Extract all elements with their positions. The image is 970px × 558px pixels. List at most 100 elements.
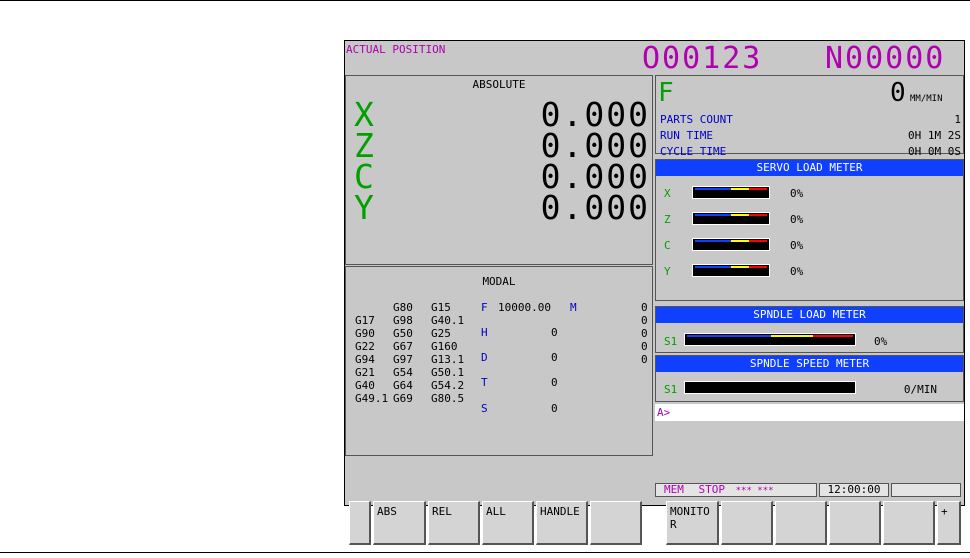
letter-d: D: [481, 351, 488, 364]
status-state: STOP: [698, 483, 726, 496]
letter-h-value: 0: [551, 326, 558, 339]
status-stars: *** ***: [735, 486, 774, 496]
letter-h: H: [481, 326, 488, 339]
gcode-cell: G54: [393, 366, 413, 379]
gcode-cell: G67: [393, 340, 413, 353]
letter-t-value: 0: [551, 376, 558, 389]
modal-title: MODAL: [482, 275, 516, 288]
gcode-cell: G17: [355, 314, 375, 327]
servo-axis-c-percent: 0%: [790, 239, 804, 252]
axis-y-label: Y: [354, 188, 374, 227]
gcode-cell: G97: [393, 353, 413, 366]
gcode-cell: G64: [393, 379, 413, 392]
spindle-load-title: SPNDLE LOAD METER: [656, 307, 963, 323]
parts-count-value: 1: [954, 113, 961, 126]
servo-axis-y-label: Y: [664, 265, 671, 278]
servo-axis-z-percent: 0%: [790, 213, 804, 226]
status-mode-box: MEM STOP *** ***: [655, 483, 817, 497]
servo-axis-y-percent: 0%: [790, 265, 804, 278]
m-value-1: 0: [641, 301, 648, 314]
spindle-speed-bar: [684, 381, 856, 394]
gcode-cell: G50: [393, 327, 413, 340]
gcode-cell: G22: [355, 340, 375, 353]
spindle-load-label: S1: [664, 335, 678, 348]
m-value-5: 0: [641, 353, 648, 366]
m-value-2: 0: [641, 314, 648, 327]
spindle-load-bar: [684, 333, 856, 346]
mode-title: ACTUAL POSITION: [346, 43, 446, 56]
m-value-4: 0: [641, 340, 648, 353]
axis-y-value: 0.000: [540, 188, 650, 227]
gcode-cell: G80: [393, 301, 413, 314]
softkey-left-arrow[interactable]: [349, 501, 371, 545]
input-prompt: A>: [657, 406, 671, 419]
letter-d-value: 0: [551, 351, 558, 364]
letter-m: M: [570, 301, 577, 314]
servo-axis-x-label: X: [664, 187, 671, 200]
feed-unit: MM/MIN: [910, 94, 943, 104]
gcode-cell: G21: [355, 366, 375, 379]
servo-axis-y-bar: [692, 264, 770, 277]
gcode-cell: G98: [393, 314, 413, 327]
servo-axis-x-percent: 0%: [790, 187, 804, 200]
modal-panel: MODAL G80 G15 G17 G98 G40.1 G90 G50 G25 G22 G67 G1…: [345, 266, 653, 456]
servo-axis-x-bar: [692, 186, 770, 199]
spindle-load-panel: SPNDLE LOAD METER S1 0%: [655, 306, 964, 353]
softkey-blank-3[interactable]: [775, 501, 827, 545]
spindle-speed-panel: SPNDLE SPEED METER S1 0/MIN: [655, 355, 964, 402]
softkey-all[interactable]: ALL: [482, 501, 534, 545]
softkey-rel[interactable]: REL: [428, 501, 480, 545]
program-number: O00123: [642, 41, 763, 76]
servo-meter-panel: SERVO LOAD METER X 0% Z 0% C 0% Y 0%: [655, 159, 964, 301]
status-blank-box: [891, 483, 961, 497]
status-mode: MEM: [664, 483, 684, 496]
softkey-abs[interactable]: ABS: [373, 501, 426, 545]
spindle-speed-title: SPNDLE SPEED METER: [656, 356, 963, 372]
gcode-cell: G13.1: [431, 353, 465, 366]
letter-s: S: [481, 402, 488, 415]
gcode-cell: G90: [355, 327, 375, 340]
cycle-time-label: CYCLE TIME: [660, 145, 727, 158]
letter-t: T: [481, 376, 488, 389]
softkey-monitor[interactable]: MONITO R: [666, 501, 719, 545]
input-line[interactable]: A>: [655, 404, 964, 421]
gcode-cell: G69: [393, 392, 413, 405]
servo-axis-z-bar: [692, 212, 770, 225]
gcode-cell: G40.1: [431, 314, 465, 327]
absolute-title: ABSOLUTE: [472, 78, 526, 91]
softkey-handle[interactable]: HANDLE: [536, 501, 588, 545]
servo-axis-z-label: Z: [664, 213, 671, 226]
top-rule: [0, 0, 970, 1]
absolute-panel: ABSOLUTE X 0.000 Z 0.000 C 0.000 Y 0.000: [345, 75, 653, 265]
servo-meter-title: SERVO LOAD METER: [656, 160, 963, 176]
gcode-cell: G15: [431, 301, 451, 314]
cycle-time-value: 0H 0M 0S: [908, 145, 961, 158]
gcode-cell: G94: [355, 353, 375, 366]
status-time: 12:00:00: [827, 483, 881, 496]
servo-axis-c-bar: [692, 238, 770, 251]
sequence-number: N00000: [825, 41, 946, 76]
feed-label: F: [658, 78, 674, 108]
spindle-load-percent: 0%: [874, 335, 888, 348]
softkey-blank-5[interactable]: [883, 501, 935, 545]
gcode-cell: G49.1: [355, 392, 389, 405]
softkey-blank-1[interactable]: [590, 501, 642, 545]
softkey-plus[interactable]: +: [937, 501, 961, 545]
status-time-box: 12:00:00: [819, 483, 889, 497]
gcode-cell: G160: [431, 340, 458, 353]
run-time-value: 0H 1M 2S: [908, 129, 961, 142]
spindle-speed-label: S1: [664, 383, 678, 396]
m-value-3: 0: [641, 327, 648, 340]
letter-f: F: [481, 301, 488, 314]
gcode-cell: G80.5: [431, 392, 465, 405]
softkey-blank-2[interactable]: [721, 501, 773, 545]
bottom-rule: [0, 552, 970, 553]
feed-panel: F 0 MM/MIN PARTS COUNT 1 RUN TIME 0H 1M …: [655, 75, 964, 158]
parts-count-label: PARTS COUNT: [660, 113, 733, 126]
softkey-blank-4[interactable]: [829, 501, 881, 545]
gcode-cell: G54.2: [431, 379, 465, 392]
servo-axis-c-label: C: [664, 239, 671, 252]
feed-value: 0: [890, 78, 906, 108]
letter-s-value: 0: [551, 402, 558, 415]
letter-f-value: 10000.00: [498, 301, 551, 314]
